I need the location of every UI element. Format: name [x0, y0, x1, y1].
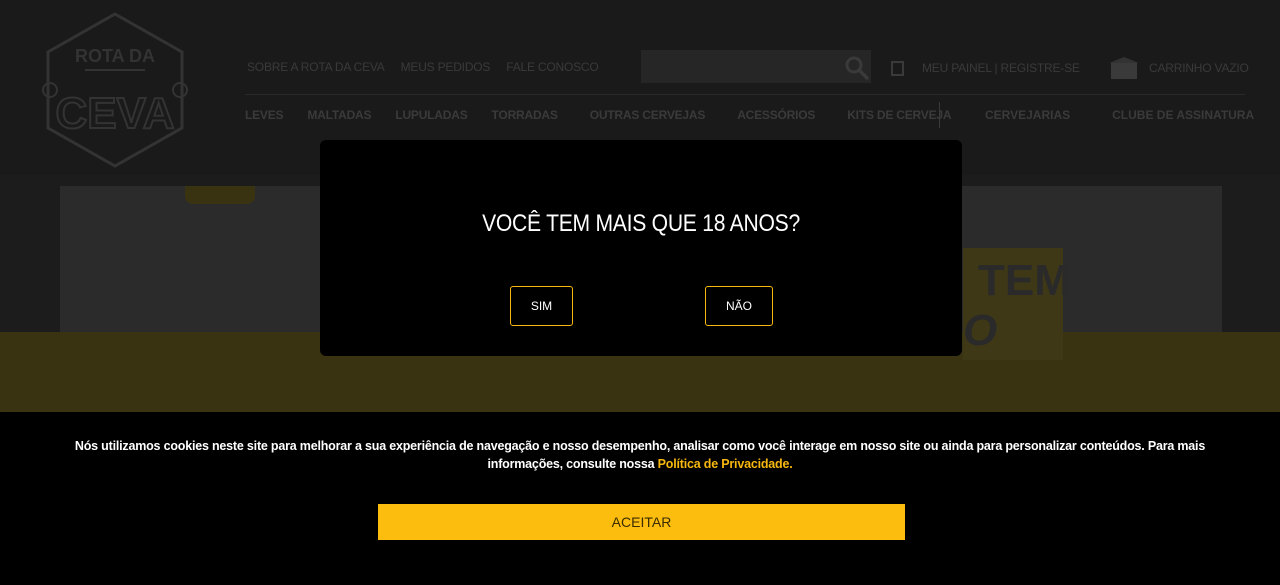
privacy-policy-link[interactable]: Política de Privacidade.: [658, 457, 793, 471]
cart-icon[interactable]: [1107, 55, 1141, 81]
category-nav-right: CERVEJARIAS CLUBE DE ASSINATURA: [985, 108, 1254, 122]
category-torradas[interactable]: TORRADAS: [492, 108, 558, 122]
category-leves[interactable]: LEVES: [245, 108, 284, 122]
age-yes-button[interactable]: SIM: [510, 286, 573, 326]
user-icon[interactable]: [891, 61, 904, 76]
banner-tab: [185, 186, 255, 204]
cookie-message: Nós utilizamos cookies neste site para m…: [40, 437, 1240, 473]
banner-text-o: O: [963, 306, 998, 355]
cookie-message-text: Nós utilizamos cookies neste site para m…: [74, 439, 1206, 471]
header-divider: [245, 94, 1245, 95]
category-cervejarias[interactable]: CERVEJARIAS: [985, 108, 1070, 122]
top-link-sobre[interactable]: SOBRE A ROTA DA CEVA: [247, 60, 385, 74]
top-links: SOBRE A ROTA DA CEVA MEUS PEDIDOS FALE C…: [247, 60, 599, 74]
cookie-banner: Nós utilizamos cookies neste site para m…: [0, 412, 1280, 585]
rota-da-ceva-logo[interactable]: ROTA DA CEVA: [40, 10, 190, 170]
age-gate-title: VOCÊ TEM MAIS QUE 18 ANOS?: [482, 210, 800, 237]
search-icon[interactable]: [844, 55, 870, 81]
top-link-pedidos[interactable]: MEUS PEDIDOS: [401, 60, 491, 74]
banner-text-tem: TEM: [978, 256, 1071, 305]
logo-bottom-text: CEVA: [56, 89, 175, 138]
category-clube[interactable]: CLUBE DE ASSINATURA: [1112, 108, 1254, 122]
category-separator: [939, 102, 940, 128]
category-kits[interactable]: KITS DE CERVEJA: [847, 108, 951, 122]
age-gate-modal: VOCÊ TEM MAIS QUE 18 ANOS? SIM NÃO: [320, 140, 962, 356]
category-outras[interactable]: OUTRAS CERVEJAS: [590, 108, 706, 122]
accept-cookies-button[interactable]: ACEITAR: [378, 504, 905, 540]
logo-top-text: ROTA DA: [75, 46, 155, 66]
category-lupuladas[interactable]: LUPULADAS: [395, 108, 467, 122]
category-maltadas[interactable]: MALTADAS: [307, 108, 371, 122]
account-link[interactable]: MEU PAINEL | REGISTRE-SE: [922, 61, 1080, 75]
cart-link[interactable]: CARRINHO VAZIO: [1149, 61, 1249, 75]
search-input[interactable]: [641, 50, 871, 83]
top-link-contato[interactable]: FALE CONOSCO: [506, 60, 598, 74]
category-acessorios[interactable]: ACESSÓRIOS: [737, 108, 815, 122]
age-no-button[interactable]: NÃO: [705, 286, 773, 326]
category-nav: LEVES MALTADAS LUPULADAS TORRADAS OUTRAS…: [245, 108, 975, 122]
